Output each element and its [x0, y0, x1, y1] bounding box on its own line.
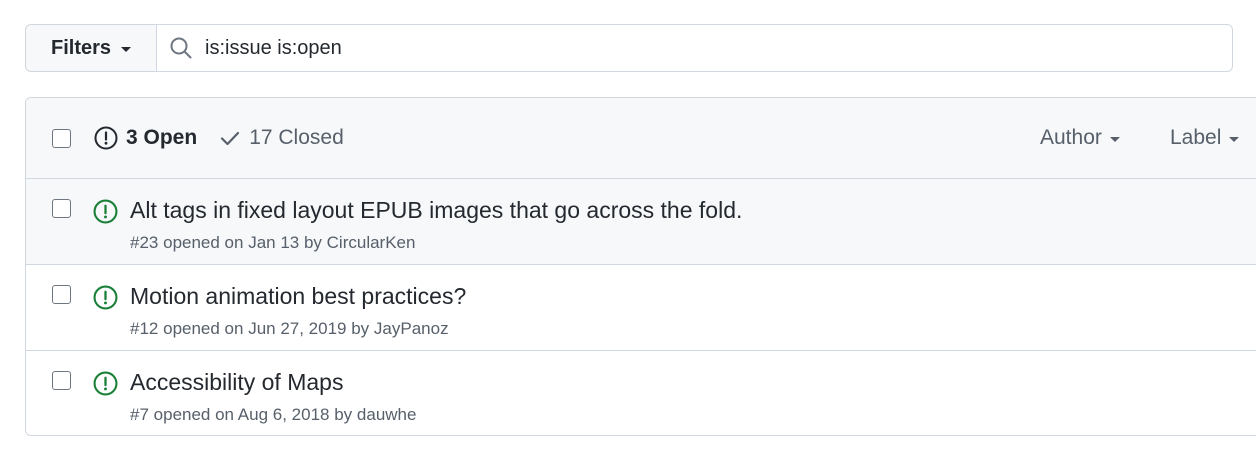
issue-checkbox[interactable]	[52, 285, 71, 304]
issue-number: #23	[130, 233, 159, 252]
issue-filter-bar: Filters	[25, 24, 1233, 72]
label-filter-dropdown[interactable]: Label	[1170, 126, 1240, 150]
issue-meta: #7 opened on Aug 6, 2018 by dauwhe	[130, 405, 416, 425]
check-icon	[219, 127, 241, 149]
issue-state-tabs: 3 Open 17 Closed	[94, 126, 344, 150]
issue-opened-icon	[93, 285, 118, 310]
issue-opened-icon	[93, 199, 118, 224]
caret-down-icon	[1109, 137, 1120, 142]
issue-opened-text: opened on Aug 6, 2018 by	[153, 405, 353, 424]
select-all-checkbox[interactable]	[52, 129, 71, 148]
search-input[interactable]	[205, 36, 1232, 60]
issue-opened-icon	[93, 371, 118, 396]
issue-author-link[interactable]: JayPanoz	[374, 319, 449, 338]
issue-title-link[interactable]: Accessibility of Maps	[130, 369, 343, 396]
closed-issues-tab[interactable]: 17 Closed	[219, 126, 344, 150]
issue-checkbox[interactable]	[52, 371, 71, 390]
open-issues-tab[interactable]: 3 Open	[94, 126, 197, 150]
issue-opened-icon	[94, 126, 118, 150]
open-count-label: 3 Open	[126, 126, 198, 149]
issue-row: Motion animation best practices? #12 ope…	[26, 265, 1256, 351]
issues-list-header: 3 Open 17 Closed Author Label	[26, 98, 1256, 179]
search-wrapper	[157, 25, 1232, 71]
issue-row: Accessibility of Maps #7 opened on Aug 6…	[26, 351, 1256, 435]
issue-author-link[interactable]: dauwhe	[357, 405, 417, 424]
issue-title-link[interactable]: Motion animation best practices?	[130, 283, 466, 310]
issue-row: Alt tags in fixed layout EPUB images tha…	[26, 179, 1256, 265]
label-filter-label: Label	[1170, 126, 1222, 149]
caret-down-icon	[1229, 137, 1240, 142]
caret-down-icon	[121, 47, 132, 52]
issues-page: Filters is:issue is:open 3 Open 17 Close…	[0, 0, 1256, 459]
search-icon	[169, 36, 193, 60]
issue-meta: #12 opened on Jun 27, 2019 by JayPanoz	[130, 319, 449, 339]
author-filter-dropdown[interactable]: Author	[1040, 126, 1120, 150]
author-filter-label: Author	[1040, 126, 1102, 149]
issue-title-link[interactable]: Alt tags in fixed layout EPUB images tha…	[130, 197, 742, 224]
issue-number: #12	[130, 319, 159, 338]
filters-label: Filters	[50, 36, 112, 59]
issue-author-link[interactable]: CircularKen	[327, 233, 416, 252]
issue-meta: #23 opened on Jan 13 by CircularKen	[130, 233, 415, 253]
issue-opened-text: opened on Jun 27, 2019 by	[163, 319, 370, 338]
issues-list: 3 Open 17 Closed Author Label Alt tags i…	[25, 97, 1256, 436]
filters-button[interactable]: Filters	[26, 25, 157, 71]
closed-count-label: 17 Closed	[249, 126, 344, 149]
issue-opened-text: opened on Jan 13 by	[163, 233, 322, 252]
issue-number: #7	[130, 405, 149, 424]
issue-checkbox[interactable]	[52, 199, 71, 218]
